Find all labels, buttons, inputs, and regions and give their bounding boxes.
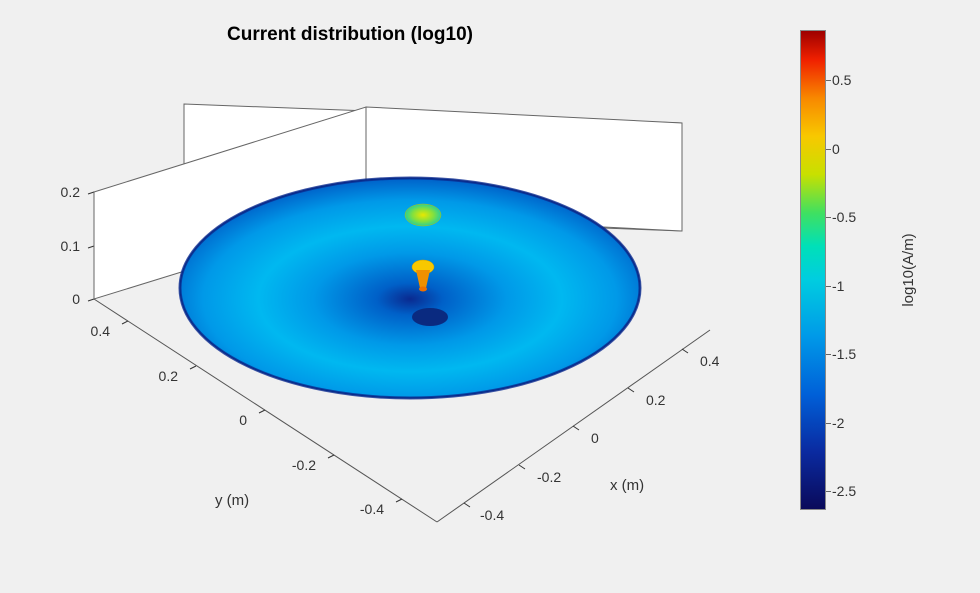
y-tick-1: -0.2 [292,457,316,473]
axes-3d[interactable]: 0 0.1 0.2 z (m) 0.4 0.2 0 -0.2 -0.4 y (m… [50,60,750,570]
colorbar[interactable]: -2.5 -2 -1.5 -1 -0.5 0 0.5 log10(A/m) [800,30,920,560]
z-tick-0: 0 [72,291,80,307]
z-tick-1: 0.1 [61,238,81,254]
feed-base [419,287,427,292]
x-tick-1: -0.2 [537,469,561,485]
y-tick-4: 0.4 [91,323,111,339]
z-tick-2: 0.2 [61,184,81,200]
cb-tick-6: 0.5 [832,72,851,88]
y-axis-label: y (m) [215,492,249,509]
x-tick-4: 0.4 [700,353,720,369]
cb-tick-1: -2 [832,415,844,431]
cb-tick-4: -0.5 [832,209,856,225]
colorbar-gradient [800,30,826,510]
y-tick-0: -0.4 [360,501,384,517]
axes-3d-svg: 0 0.1 0.2 z (m) 0.4 0.2 0 -0.2 -0.4 y (m… [50,60,750,570]
cb-tick-3: -1 [832,278,844,294]
cb-tick-5: 0 [832,141,840,157]
cb-tick-0: -2.5 [832,483,856,499]
y-tick-3: 0.2 [159,368,179,384]
x-axis-label: x (m) [610,477,644,494]
x-tick-3: 0.2 [646,392,666,408]
chart-title: Current distribution (log10) [0,24,700,46]
y-tick-2: 0 [239,412,247,428]
dish-center [412,308,448,326]
cb-tick-2: -1.5 [832,346,856,362]
matlab-figure: Current distribution (log10) 0 0.1 0.2 z… [0,0,980,593]
x-tick-2: 0 [591,430,599,446]
x-tick-0: -0.4 [480,507,504,523]
colorbar-label: log10(A/m) [900,233,917,306]
feed-top [405,204,441,226]
